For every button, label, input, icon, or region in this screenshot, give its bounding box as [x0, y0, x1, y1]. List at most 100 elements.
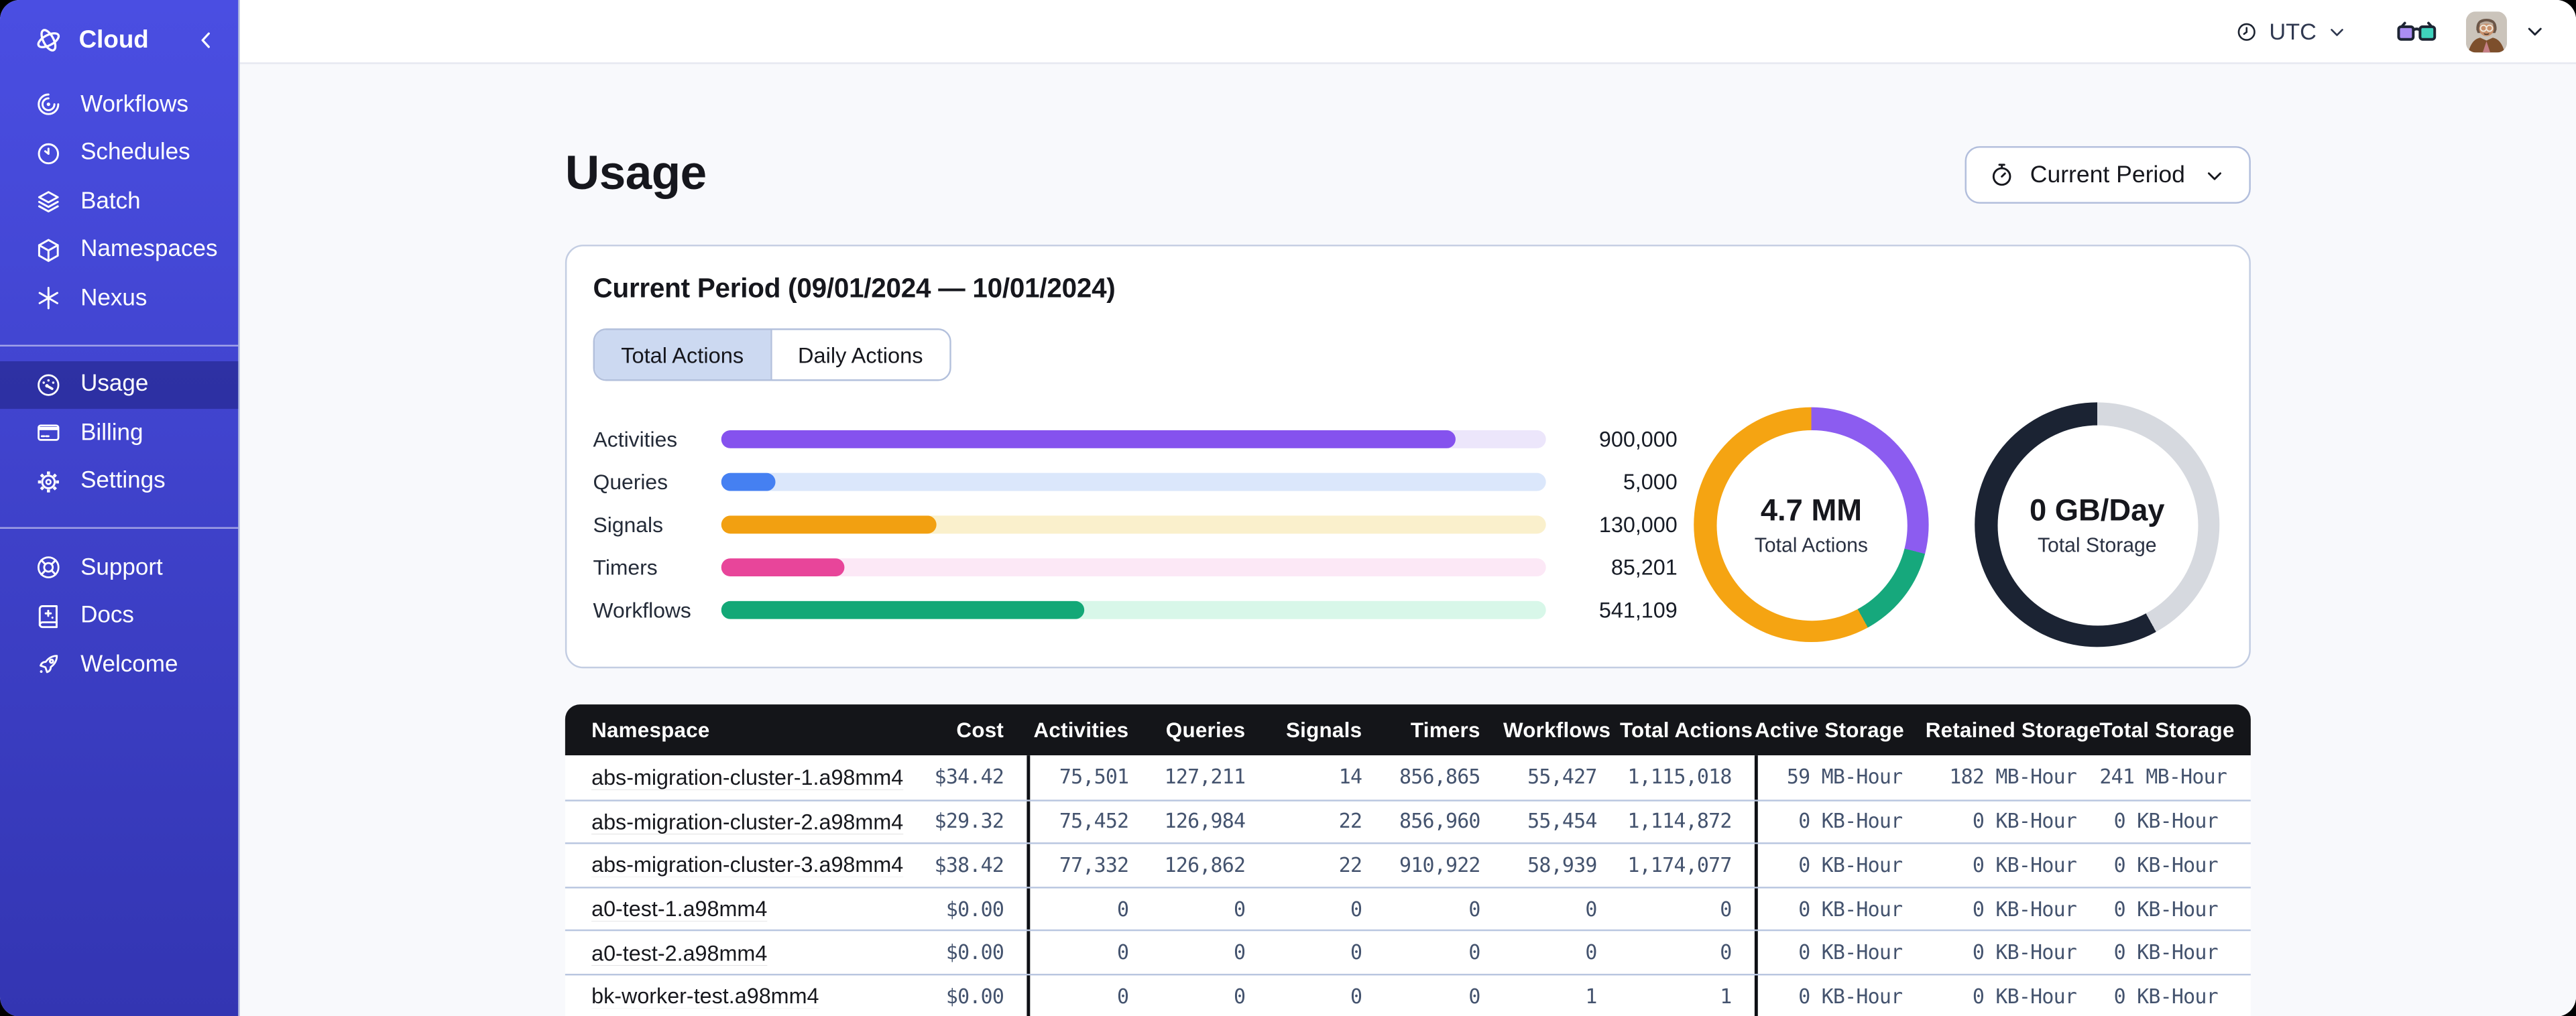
value-cell: $34.42: [934, 765, 1004, 789]
sidebar-collapse-button[interactable]: [194, 28, 219, 53]
value-cell: $0.00: [945, 985, 1004, 1008]
value-cell: 0 KB-Hour: [1972, 810, 2077, 834]
value-cell: 126,984: [1164, 810, 1246, 834]
namespace-link[interactable]: abs-migration-cluster-2.a98mm4: [591, 810, 903, 834]
bar-row-workflows: Workflows 541,109: [593, 589, 1678, 632]
sidebar-item-label: Usage: [80, 371, 149, 398]
table-row: abs-migration-cluster-1.a98mm4 $34.42 75,5…: [565, 755, 2251, 800]
sidebar-item-docs[interactable]: Docs: [0, 592, 238, 640]
donut-total-storage: 0 GB/Day Total Storage: [1975, 402, 2220, 647]
usage-summary-card: Current Period (09/01/2024 — 10/01/2024)…: [565, 245, 2251, 669]
value-cell: 182 MB-Hour: [1949, 765, 2077, 789]
value-cell: 0 KB-Hour: [2113, 941, 2219, 964]
period-button-label: Current Period: [2030, 162, 2185, 188]
sidebar-item-settings[interactable]: Settings: [0, 457, 238, 505]
value-cell: 856,960: [1399, 810, 1480, 834]
sidebar-divider: [0, 527, 239, 529]
value-cell: 22: [1338, 854, 1362, 877]
value-cell: 0: [1350, 985, 1362, 1008]
value-cell: 0: [1585, 941, 1597, 964]
account-menu-chevron-down-icon[interactable]: [2524, 19, 2546, 42]
column-header-namespace: Namespace: [591, 717, 710, 743]
avatar[interactable]: [2465, 10, 2508, 52]
bar-value: 130,000: [1598, 512, 1678, 537]
namespace-link[interactable]: a0-test-2.a98mm4: [591, 940, 767, 965]
bar-fill: [721, 430, 1456, 448]
sidebar-item-welcome[interactable]: Welcome: [0, 641, 238, 689]
clock-icon: [2235, 19, 2260, 44]
value-cell: 0 KB-Hour: [2113, 854, 2219, 877]
table-row: a0-test-1.a98mm4 $0.00 0 0 0 0 0 0 0 KB-Hour 0 KB…: [565, 886, 2251, 930]
namespace-link[interactable]: bk-worker-test.a98mm4: [591, 984, 819, 1009]
column-header-workflows: Workflows: [1503, 717, 1611, 743]
column-header-queries: Queries: [1165, 717, 1246, 743]
table-row: abs-migration-cluster-2.a98mm4 $29.32 75,4…: [565, 799, 2251, 843]
tab-total-actions[interactable]: Total Actions: [594, 330, 770, 380]
namespace-cell: a0-test-2.a98mm4: [565, 940, 912, 965]
donut-value: 4.7 MM: [1760, 493, 1862, 527]
value-cell: 0 KB-Hour: [1754, 975, 1926, 1016]
sidebar-item-support[interactable]: Support: [0, 544, 238, 592]
content-area: Usage Current Period Current Period (09/…: [239, 64, 2576, 1016]
value-cell: 0 KB-Hour: [1754, 888, 1926, 930]
column-header-total-storage: Total Storage: [2099, 717, 2235, 743]
sidebar-item-schedules[interactable]: Schedules: [0, 129, 238, 177]
bar-track: [721, 472, 1546, 491]
bar-value: 5,000: [1623, 469, 1678, 495]
column-header-active-storage: Active Storage: [1754, 717, 1904, 743]
value-cell: 55,454: [1527, 810, 1597, 834]
sidebar-item-label: Docs: [80, 602, 134, 630]
bar-label: Activities: [593, 426, 678, 451]
sidebar-item-label: Support: [80, 554, 163, 581]
bar-value: 85,201: [1611, 555, 1678, 580]
value-cell: 0: [1585, 897, 1597, 921]
sidebar: Cloud Workflows Schedules Batch Namespaces N…: [0, 0, 240, 1016]
sidebar-item-label: Settings: [80, 468, 166, 495]
timezone-selector[interactable]: UTC: [2235, 18, 2348, 44]
bar-track: [721, 430, 1546, 448]
value-cell: 0 KB-Hour: [2113, 810, 2219, 834]
value-cell: 0: [1350, 941, 1362, 964]
value-cell: 0: [1027, 932, 1151, 974]
column-header-signals: Signals: [1286, 717, 1362, 743]
donut-label: Total Actions: [1754, 533, 1868, 557]
sidebar-item-nexus[interactable]: Nexus: [0, 274, 238, 322]
brand-label: Cloud: [78, 26, 149, 54]
tab-daily-actions[interactable]: Daily Actions: [770, 330, 949, 380]
value-cell: $38.42: [934, 854, 1004, 877]
value-cell: 1,174,077: [1627, 854, 1732, 877]
value-cell: 910,922: [1399, 854, 1480, 877]
namespace-link[interactable]: abs-migration-cluster-3.a98mm4: [591, 853, 903, 878]
sidebar-nav-help: Support Docs Welcome: [0, 544, 238, 689]
sidebar-item-batch[interactable]: Batch: [0, 178, 238, 226]
value-cell: 59 MB-Hour: [1754, 755, 1926, 800]
namespaces-icon: [34, 236, 62, 264]
value-cell: 55,427: [1527, 765, 1597, 789]
value-cell: 0 KB-Hour: [1972, 941, 2077, 964]
sidebar-item-namespaces[interactable]: Namespaces: [0, 226, 238, 274]
period-selector-button[interactable]: Current Period: [1964, 146, 2251, 204]
sidebar-item-usage[interactable]: Usage: [0, 360, 239, 409]
sidebar-item-billing[interactable]: Billing: [0, 409, 238, 457]
value-cell: 0: [1468, 985, 1480, 1008]
value-cell: 0: [1468, 941, 1480, 964]
batch-icon: [34, 188, 62, 216]
donut-label: Total Storage: [2037, 533, 2157, 557]
sidebar-item-label: Billing: [80, 420, 143, 446]
value-cell: $0.00: [945, 897, 1004, 921]
value-cell: 0 KB-Hour: [1972, 854, 2077, 877]
table-body: abs-migration-cluster-1.a98mm4 $34.42 75,5…: [565, 755, 2251, 1016]
sidebar-divider: [0, 344, 239, 346]
bar-label: Queries: [593, 469, 668, 495]
feedback-glasses-button[interactable]: [2397, 19, 2437, 42]
sidebar-item-workflows[interactable]: Workflows: [0, 80, 238, 129]
schedules-icon: [34, 139, 62, 168]
value-cell: $0.00: [945, 941, 1004, 964]
namespace-link[interactable]: a0-test-1.a98mm4: [591, 897, 767, 922]
namespace-cell: abs-migration-cluster-3.a98mm4: [565, 853, 912, 878]
table-row: a0-test-2.a98mm4 $0.00 0 0 0 0 0 0 0 KB-Hour 0 KB…: [565, 930, 2251, 974]
namespace-link[interactable]: abs-migration-cluster-1.a98mm4: [591, 765, 903, 789]
billing-icon: [34, 419, 62, 447]
chevron-down-icon: [2200, 164, 2226, 186]
stopwatch-icon: [1987, 161, 2015, 189]
